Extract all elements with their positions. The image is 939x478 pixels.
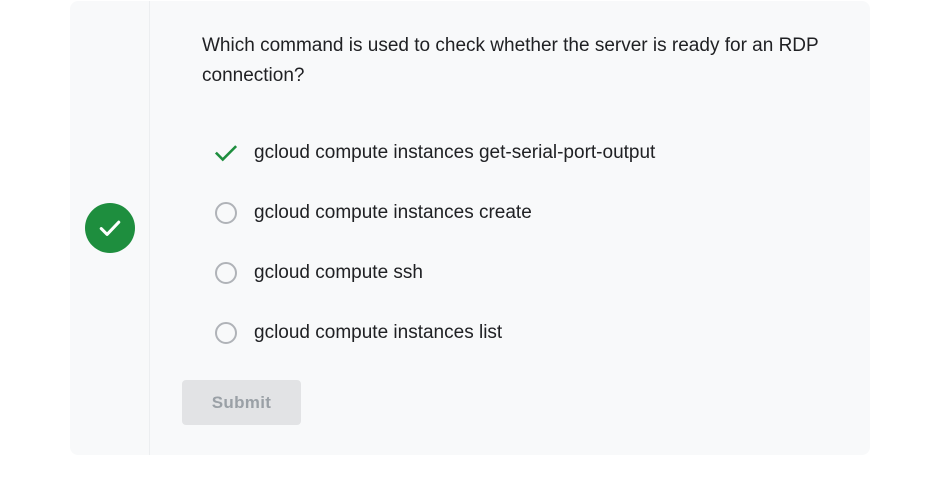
answer-options: gcloud compute instances get-serial-port…: [210, 123, 655, 363]
check-circle-icon: [85, 203, 135, 253]
submit-button[interactable]: Submit: [182, 380, 301, 425]
radio-circle-icon: [215, 262, 237, 284]
radio-circle-icon: [215, 322, 237, 344]
option-label: gcloud compute ssh: [254, 262, 423, 283]
option-label: gcloud compute instances list: [254, 322, 503, 343]
check-icon: [210, 137, 242, 169]
option-label: gcloud compute instances create: [254, 202, 532, 223]
quiz-card: Which command is used to check whether t…: [70, 1, 870, 455]
option-4[interactable]: gcloud compute instances list: [210, 303, 655, 363]
radio-button[interactable]: [210, 317, 242, 349]
radio-circle-icon: [215, 202, 237, 224]
option-label: gcloud compute instances get-serial-port…: [254, 142, 656, 163]
option-3[interactable]: gcloud compute ssh: [210, 243, 655, 303]
option-2[interactable]: gcloud compute instances create: [210, 183, 655, 243]
radio-button[interactable]: [210, 197, 242, 229]
option-1[interactable]: gcloud compute instances get-serial-port…: [210, 123, 655, 183]
radio-button[interactable]: [210, 257, 242, 289]
question-text: Which command is used to check whether t…: [202, 35, 819, 86]
status-column: [70, 1, 150, 455]
